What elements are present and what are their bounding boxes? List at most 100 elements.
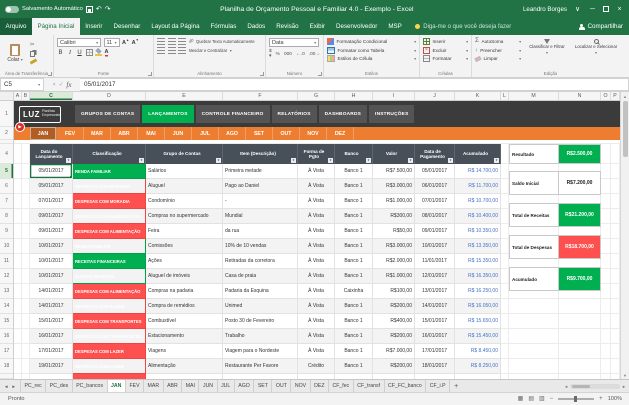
cell-I8[interactable]: R$300,00	[373, 209, 415, 224]
empty-cell[interactable]	[501, 179, 509, 194]
empty-cell[interactable]	[14, 314, 22, 329]
cell-J12[interactable]: 12/01/2017	[415, 269, 455, 284]
empty-cell[interactable]	[501, 239, 509, 254]
row-header-16[interactable]: 16	[0, 329, 13, 344]
cell-G11[interactable]: À Vista	[298, 254, 335, 269]
row-header-9[interactable]: 9	[0, 224, 13, 239]
column-header-M[interactable]: M	[509, 92, 559, 100]
column-header-E[interactable]: E	[146, 92, 223, 100]
cell-F13[interactable]: Padaria da Esquina	[223, 284, 298, 299]
empty-cell[interactable]	[611, 254, 620, 269]
column-header-H[interactable]: H	[335, 92, 373, 100]
ribbon-tab-desenhar[interactable]: Desenhar	[108, 18, 146, 35]
cell-G15[interactable]: À Vista	[298, 314, 335, 329]
filter-icon[interactable]: ▾	[366, 158, 371, 163]
cell-C16[interactable]: 16/01/2017	[30, 329, 73, 344]
empty-cell[interactable]	[22, 239, 30, 254]
cell-K10[interactable]: R$ 13.350,00	[455, 239, 501, 254]
month-tab-out[interactable]: OUT	[273, 127, 300, 140]
sheet-tab-pc-bancos[interactable]: PC_bancos	[73, 380, 108, 392]
filter-icon[interactable]: ▾	[291, 158, 296, 163]
column-header-K[interactable]: K	[455, 92, 501, 100]
nav-tab-lancamentos[interactable]: LANÇAMENTOS	[142, 105, 194, 123]
empty-cell[interactable]	[501, 224, 509, 239]
cell-E6[interactable]: Aluguel	[146, 179, 223, 194]
empty-cell[interactable]	[601, 224, 611, 239]
empty-cell[interactable]	[611, 144, 620, 164]
cell-F17[interactable]: Viagem para o Nordeste	[223, 344, 298, 359]
filter-icon[interactable]: ▾	[328, 158, 333, 163]
horizontal-scroll-thumb[interactable]	[572, 384, 591, 388]
cell-I15[interactable]: R$400,00	[373, 314, 415, 329]
cell-I5[interactable]: R$7.500,00	[373, 164, 415, 179]
cell-D8[interactable]: DESPESAS COM ALIMENTAÇÃO	[73, 209, 146, 224]
cell-H8[interactable]: Banco 1	[335, 209, 373, 224]
column-header-valor[interactable]: Valor ▾	[373, 144, 415, 164]
autosave-toggle[interactable]	[5, 5, 19, 13]
zoom-slider-thumb[interactable]	[574, 396, 578, 402]
row-header-13[interactable]: 13	[0, 284, 13, 299]
cell-I14[interactable]: R$200,00	[373, 299, 415, 314]
conditional-formatting-button[interactable]: Formatação Condicional ▾	[327, 38, 416, 45]
empty-cell[interactable]	[601, 284, 611, 299]
dialog-launcher-icon[interactable]	[260, 72, 264, 76]
ribbon-tab-formulas[interactable]: Fórmulas	[205, 18, 242, 35]
empty-cell[interactable]	[501, 299, 509, 314]
empty-cell[interactable]	[14, 359, 22, 374]
vertical-scrollbar[interactable]: ▲ ▼	[620, 92, 629, 379]
column-header-L[interactable]: L	[501, 92, 509, 100]
ribbon-tab-inserir[interactable]: Inserir	[80, 18, 108, 35]
nav-tab-instrucoes[interactable]: INSTRUÇÕES	[369, 105, 415, 123]
cell-K8[interactable]: R$ 10.400,00	[455, 209, 501, 224]
previous-sheet-icon[interactable]: ◄	[4, 384, 8, 389]
month-tab-mar[interactable]: MAR	[84, 127, 111, 140]
empty-cell[interactable]	[14, 144, 22, 164]
align-right-icon[interactable]	[178, 47, 186, 54]
empty-cell[interactable]	[22, 329, 30, 344]
cell-C13[interactable]: 14/01/2017	[30, 284, 73, 299]
empty-cell[interactable]	[501, 329, 509, 344]
column-header-classificacao[interactable]: Classificação ▾	[73, 144, 146, 164]
empty-cell[interactable]	[14, 344, 22, 359]
cell-G6[interactable]: À Vista	[298, 179, 335, 194]
empty-cell[interactable]	[601, 299, 611, 314]
decrease-font-icon[interactable]: A▼	[132, 38, 139, 46]
row-header-10[interactable]: 10	[0, 239, 13, 254]
cell-I12[interactable]: R$1.000,00	[373, 269, 415, 284]
cell-J14[interactable]: 14/01/2017	[415, 299, 455, 314]
zoom-level[interactable]: 100%	[608, 396, 622, 402]
row-header-17[interactable]: 17	[0, 344, 13, 359]
month-tab-jan[interactable]: JAN	[30, 127, 57, 140]
sheet-tab-cf-i-p[interactable]: CF_i.P	[426, 380, 451, 392]
empty-cell[interactable]	[509, 314, 559, 329]
cell-F5[interactable]: Primeira metade	[223, 164, 298, 179]
empty-cell[interactable]	[601, 209, 611, 224]
cell-G5[interactable]: À Vista	[298, 164, 335, 179]
play-help-icon[interactable]: ▶	[15, 122, 25, 132]
empty-cell[interactable]	[501, 209, 509, 224]
cell-D17[interactable]: DESPESAS COM LAZER	[73, 344, 146, 359]
cell-G18[interactable]: Crédito	[298, 359, 335, 374]
cell-E5[interactable]: Salários	[146, 164, 223, 179]
column-header-D[interactable]: D	[73, 92, 146, 100]
empty-cell[interactable]	[22, 314, 30, 329]
empty-cell[interactable]	[611, 359, 620, 374]
cell-D7[interactable]: DESPESAS COM MORADIA	[73, 194, 146, 209]
cell-J10[interactable]: 10/01/2017	[415, 239, 455, 254]
empty-cell[interactable]	[611, 239, 620, 254]
month-tab-dez[interactable]: DEZ	[327, 127, 354, 140]
sheet-tab-ago[interactable]: AGO	[235, 380, 255, 392]
cell-D5[interactable]: RENDA FAMILIAR	[73, 164, 146, 179]
format-as-table-button[interactable]: Formatar como Tabela ▾	[327, 46, 416, 54]
clear-button[interactable]: Limpar ▾	[474, 55, 521, 62]
month-tab-fev[interactable]: FEV	[57, 127, 84, 140]
empty-cell[interactable]	[611, 179, 620, 194]
month-tab-ago[interactable]: AGO	[219, 127, 246, 140]
cell-F6[interactable]: Pago ao Daniel	[223, 179, 298, 194]
align-left-icon[interactable]	[157, 47, 165, 54]
paste-button[interactable]: Colar ▾	[3, 38, 27, 68]
sheet-tab-mar[interactable]: MAR	[144, 380, 164, 392]
cell-J7[interactable]: 07/01/2017	[415, 194, 455, 209]
cell-C15[interactable]: 15/01/2017	[30, 314, 73, 329]
empty-cell[interactable]	[611, 164, 620, 179]
